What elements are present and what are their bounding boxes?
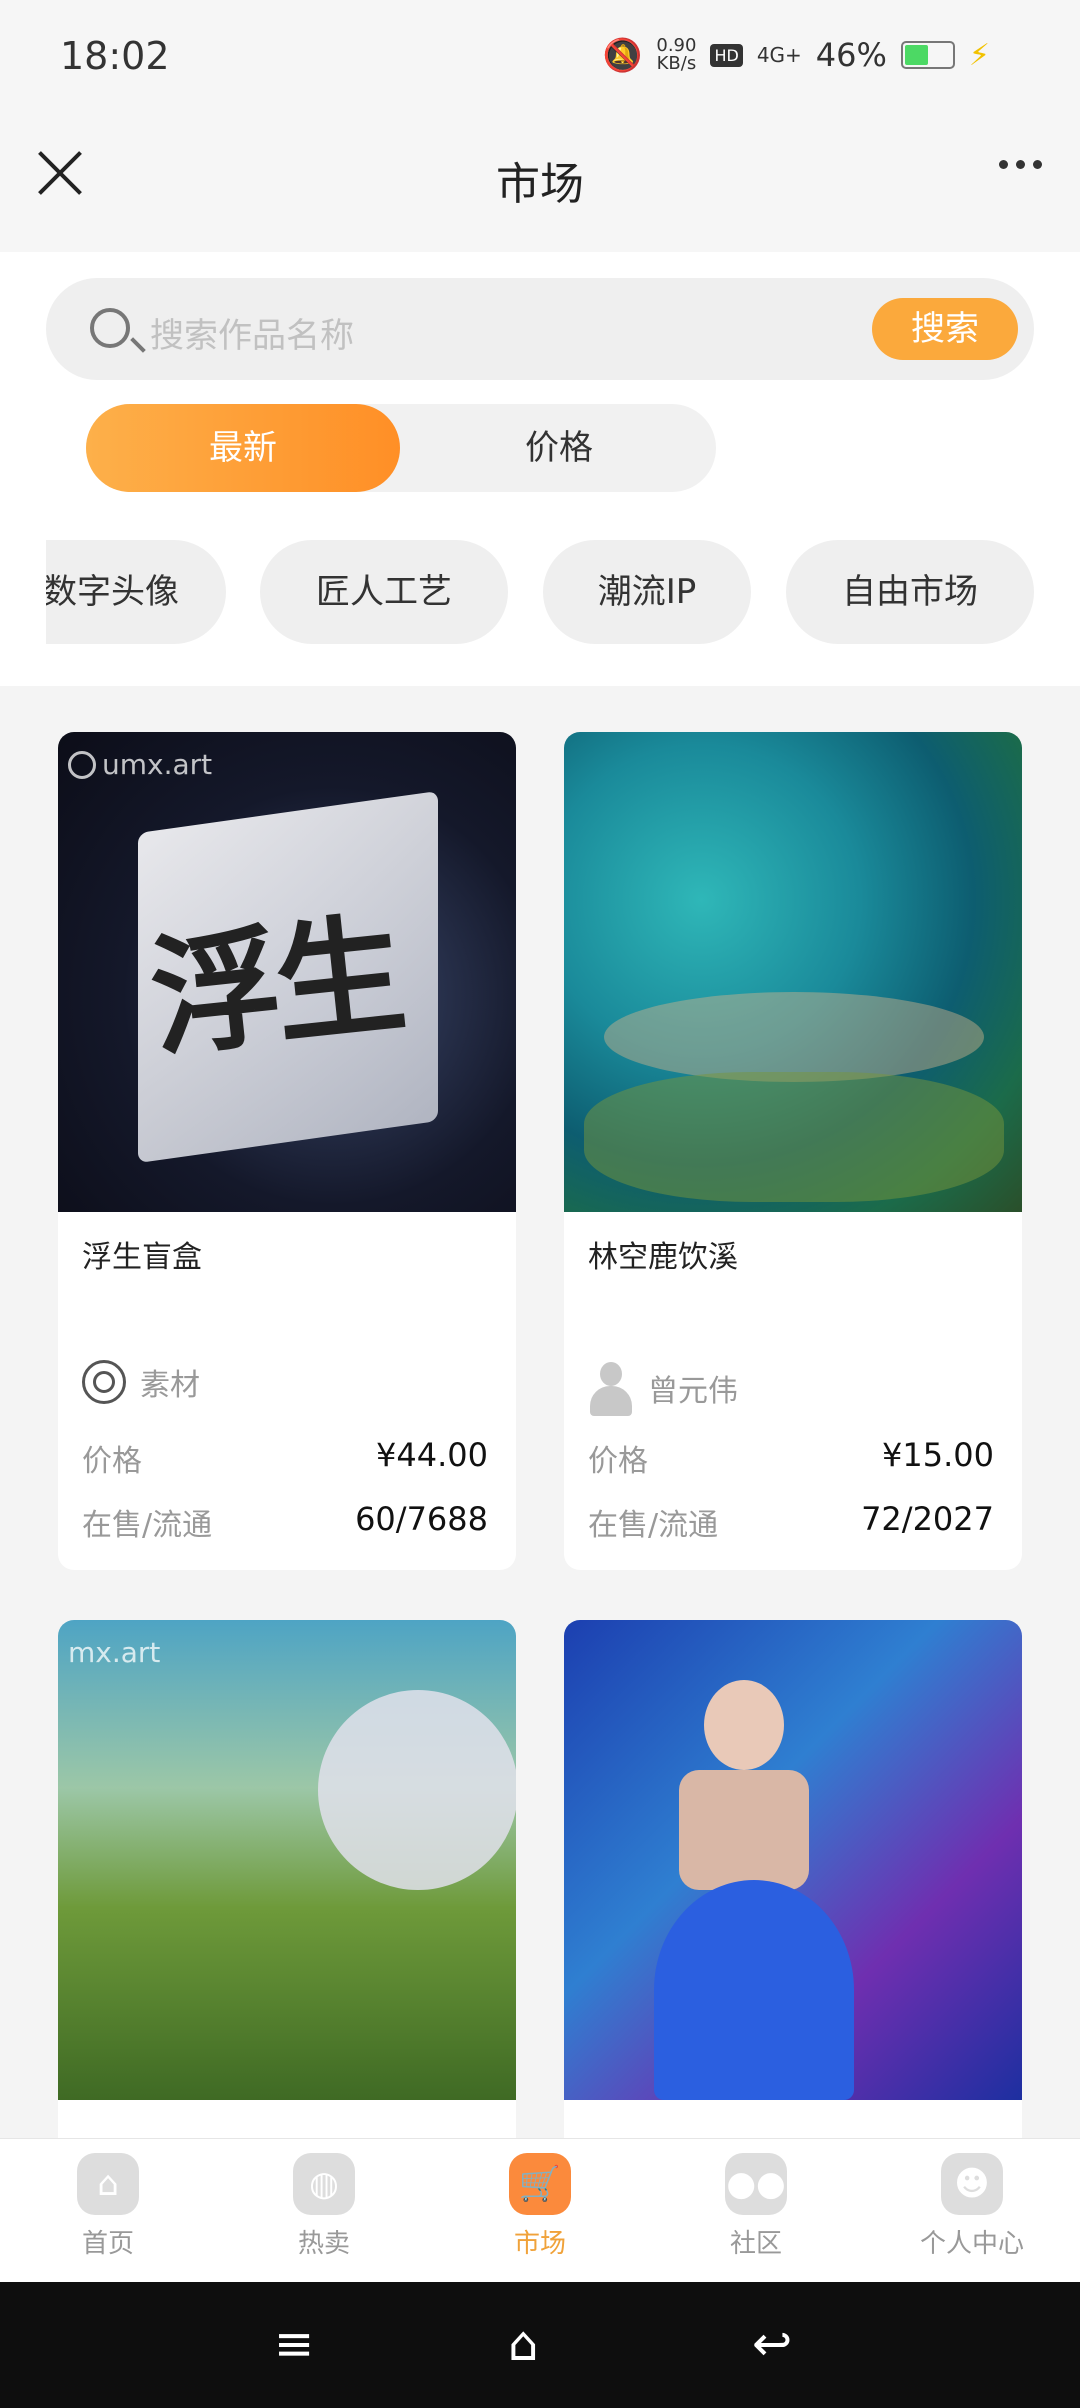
tab-community[interactable]: ●● 社区 [696, 2153, 816, 2260]
category-chips: 数字头像 匠人工艺 潮流IP 自由市场 [46, 540, 1034, 644]
stock-row: 在售/流通 60/7688 [82, 1500, 488, 1543]
category-chip-craft[interactable]: 匠人工艺 [260, 540, 508, 644]
search-input[interactable]: 搜索作品名称 [150, 308, 354, 357]
home-nav-icon[interactable]: ⌂ [508, 2320, 538, 2368]
cart-icon: 🛒 [509, 2153, 571, 2215]
product-name: 浮生盲盒 [82, 1240, 202, 1275]
signal-label: 4G+ [756, 43, 802, 67]
product-image [564, 1620, 1022, 2100]
tab-home[interactable]: ⌂ 首页 [48, 2153, 168, 2260]
hd-icon: HD [710, 43, 743, 67]
stock-row: 在售/流通 72/2027 [588, 1500, 994, 1543]
product-image [564, 732, 1022, 1212]
category-chip-free-market[interactable]: 自由市场 [786, 540, 1034, 644]
sort-price-tab[interactable]: 价格 [402, 404, 716, 492]
stock-value: 72/2027 [861, 1500, 994, 1538]
watermark: mx.art [68, 1636, 161, 1669]
community-icon: ●● [725, 2153, 787, 2215]
mute-bell-icon: 🔕 [602, 36, 643, 74]
globe-icon: ◍ [293, 2153, 355, 2215]
category-chip-digital-avatar[interactable]: 数字头像 [46, 540, 226, 644]
product-image: 浮生 umx.art [58, 732, 516, 1212]
more-icon[interactable] [999, 160, 1042, 169]
page-title: 市场 [496, 159, 584, 210]
status-icons: 🔕 0.90 KB/s HD 4G+ 46% ⚡ [603, 36, 990, 74]
profile-icon: ☻ [941, 2153, 1003, 2215]
network-speed: 0.90 KB/s [656, 35, 697, 74]
watermark: umx.art [68, 748, 212, 781]
search-button[interactable]: 搜索 [872, 298, 1018, 360]
back-icon[interactable]: ↩ [752, 2320, 792, 2368]
battery-percent: 46% [815, 36, 887, 74]
price-value: ¥15.00 [882, 1436, 994, 1474]
sort-toggle: 最新 价格 [86, 404, 716, 492]
product-card[interactable]: mx.art [58, 1620, 516, 2160]
product-card[interactable] [564, 1620, 1022, 2160]
charging-icon: ⚡ [968, 37, 990, 73]
creator: 曾元伟 [588, 1360, 738, 1416]
system-nav-bar: ≡ ⌂ ↩ [0, 2282, 1080, 2408]
product-card[interactable]: 林空鹿饮溪 曾元伟 价格 ¥15.00 在售/流通 72/2027 [564, 732, 1022, 1570]
top-bar: 市场 [0, 104, 1080, 252]
status-bar: 18:02 🔕 0.90 KB/s HD 4G+ 46% ⚡ [0, 0, 1080, 104]
search-bar: 搜索作品名称 搜索 [46, 278, 1034, 380]
price-value: ¥44.00 [376, 1436, 488, 1474]
category-chip-trend-ip[interactable]: 潮流IP [543, 540, 751, 644]
menu-icon[interactable]: ≡ [274, 2320, 314, 2368]
price-row: 价格 ¥15.00 [588, 1436, 994, 1479]
product-image: mx.art [58, 1620, 516, 2100]
sort-latest-tab[interactable]: 最新 [86, 404, 400, 492]
battery-icon [900, 41, 955, 69]
home-icon: ⌂ [77, 2153, 139, 2215]
product-card[interactable]: 浮生 umx.art 浮生盲盒 素材 价格 ¥44.00 在售/流通 60/76… [58, 732, 516, 1570]
tab-profile[interactable]: ☻ 个人中心 [912, 2153, 1032, 2260]
stock-value: 60/7688 [355, 1500, 488, 1538]
product-name: 林空鹿饮溪 [588, 1240, 738, 1275]
tab-hot[interactable]: ◍ 热卖 [264, 2153, 384, 2260]
avatar-icon [588, 1360, 634, 1416]
creator-logo-icon [82, 1360, 126, 1404]
creator: 素材 [82, 1360, 200, 1404]
status-time: 18:02 [60, 34, 170, 78]
tab-market[interactable]: 🛒 市场 [480, 2153, 600, 2260]
price-row: 价格 ¥44.00 [82, 1436, 488, 1479]
bottom-tab-bar: ⌂ 首页 ◍ 热卖 🛒 市场 ●● 社区 ☻ 个人中心 [0, 2138, 1080, 2283]
cover-text: 浮生 [143, 897, 407, 1076]
search-icon [90, 308, 130, 348]
product-grid: 浮生 umx.art 浮生盲盒 素材 价格 ¥44.00 在售/流通 60/76… [0, 686, 1080, 2160]
